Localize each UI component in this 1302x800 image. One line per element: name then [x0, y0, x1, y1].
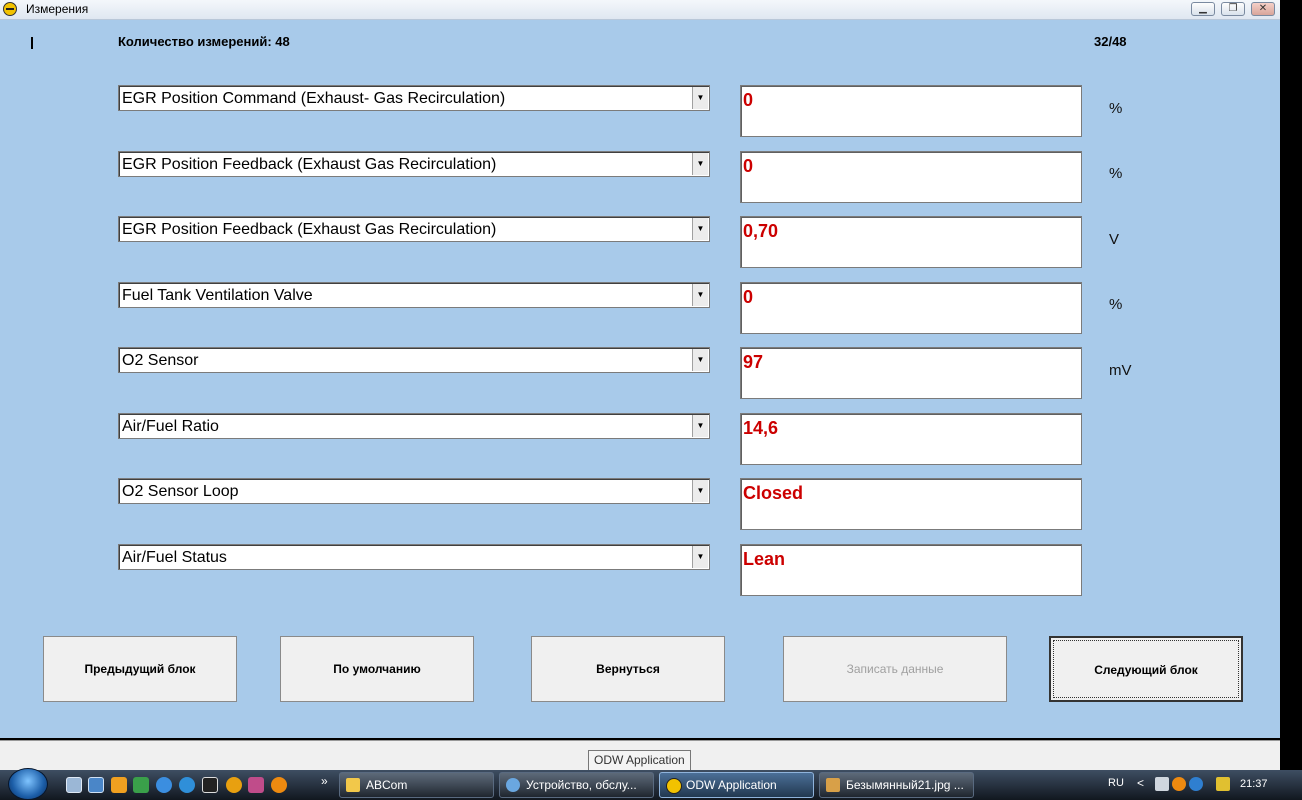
- measurement-name: Air/Fuel Status: [122, 549, 227, 566]
- measurement-value-box-6: 14,6: [740, 413, 1082, 465]
- dropdown-arrow-icon[interactable]: ▼: [692, 153, 708, 175]
- taskbar-item-abcom[interactable]: ABCom: [339, 772, 494, 798]
- measurement-value: 0: [743, 156, 754, 176]
- measurement-unit: mV: [1109, 362, 1132, 379]
- measurement-select-4[interactable]: Fuel Tank Ventilation Valve ▼: [118, 282, 710, 308]
- app-launcher-icon[interactable]: [133, 777, 149, 793]
- measurement-name: EGR Position Feedback (Exhaust Gas Recir…: [122, 156, 497, 173]
- warning-app-icon[interactable]: [226, 777, 242, 793]
- start-button[interactable]: [8, 768, 48, 800]
- dropdown-arrow-icon[interactable]: ▼: [692, 218, 708, 240]
- measurement-value: 14,6: [743, 418, 779, 438]
- tray-expand-icon[interactable]: <: [1137, 776, 1144, 790]
- network-tool-icon[interactable]: [179, 777, 195, 793]
- measurement-value-box-4: 0: [740, 282, 1082, 334]
- measurement-select-6[interactable]: Air/Fuel Ratio ▼: [118, 413, 710, 439]
- tray-device-icon[interactable]: [1155, 777, 1169, 791]
- media-player-icon[interactable]: [111, 777, 127, 793]
- tray-mail-icon[interactable]: [1172, 777, 1186, 791]
- measurement-name: EGR Position Feedback (Exhaust Gas Recir…: [122, 221, 497, 238]
- measurement-unit: %: [1109, 296, 1123, 313]
- taskbar-item-device[interactable]: Устройство, обслу...: [499, 772, 654, 798]
- image-viewer-icon: [826, 778, 840, 792]
- next-block-button[interactable]: Следующий блок: [1049, 636, 1243, 702]
- app-icon: [3, 2, 17, 16]
- measurement-select-5[interactable]: O2 Sensor ▼: [118, 347, 710, 373]
- task-label: Устройство, обслу...: [526, 778, 637, 792]
- task-label: ABCom: [366, 778, 408, 792]
- restore-button[interactable]: ❐: [1221, 2, 1245, 16]
- clock[interactable]: 21:37: [1240, 778, 1268, 790]
- previous-block-button[interactable]: Предыдущий блок: [43, 636, 237, 702]
- taskbar-item-image[interactable]: Безымянный21.jpg ...: [819, 772, 974, 798]
- window-title: Измерения: [26, 2, 89, 16]
- taskbar-item-odw[interactable]: ODW Application: [659, 772, 814, 798]
- measurement-select-7[interactable]: O2 Sensor Loop ▼: [118, 478, 710, 504]
- measurement-select-8[interactable]: Air/Fuel Status ▼: [118, 544, 710, 570]
- measurement-name: O2 Sensor Loop: [122, 483, 239, 500]
- close-button[interactable]: ✕: [1251, 2, 1275, 16]
- app-icon: [666, 778, 682, 794]
- measurement-select-1[interactable]: EGR Position Command (Exhaust- Gas Recir…: [118, 85, 710, 111]
- back-button[interactable]: Вернуться: [531, 636, 725, 702]
- dropdown-arrow-icon[interactable]: ▼: [692, 87, 708, 109]
- measurement-value-box-2: 0: [740, 151, 1082, 203]
- measurement-value-box-8: Lean: [740, 544, 1082, 596]
- measurement-unit: %: [1109, 100, 1123, 117]
- quicklaunch-more-icon[interactable]: »: [321, 774, 328, 788]
- dropdown-arrow-icon[interactable]: ▼: [692, 349, 708, 371]
- text-cursor-icon: [31, 37, 33, 49]
- switch-windows-icon[interactable]: [88, 777, 104, 793]
- utility-icon[interactable]: [248, 777, 264, 793]
- measurement-unit: %: [1109, 165, 1123, 182]
- measurement-name: Fuel Tank Ventilation Valve: [122, 287, 313, 304]
- dropdown-arrow-icon[interactable]: ▼: [692, 546, 708, 568]
- tray-network-icon[interactable]: [1189, 777, 1203, 791]
- title-bar: [0, 0, 1280, 20]
- archive-7z-icon[interactable]: [202, 777, 218, 793]
- folder-icon: [346, 778, 360, 792]
- measurement-unit: V: [1109, 231, 1120, 248]
- measurement-name: O2 Sensor: [122, 352, 199, 369]
- tooltip: ODW Application: [588, 750, 691, 771]
- measurement-select-2[interactable]: EGR Position Feedback (Exhaust Gas Recir…: [118, 151, 710, 177]
- measurement-value: 0: [743, 287, 754, 307]
- measurement-value-box-1: 0: [740, 85, 1082, 137]
- internet-explorer-icon[interactable]: [156, 777, 172, 793]
- minimize-button[interactable]: ▁: [1191, 2, 1215, 16]
- task-label: ODW Application: [686, 778, 777, 792]
- show-desktop-icon[interactable]: [66, 777, 82, 793]
- mail-agent-icon[interactable]: [271, 777, 287, 793]
- measurement-value-box-3: 0,70: [740, 216, 1082, 268]
- measurement-value: 0: [743, 90, 754, 110]
- measurement-value: Closed: [743, 483, 804, 503]
- record-data-button[interactable]: Записать данные: [783, 636, 1007, 702]
- measurement-name: Air/Fuel Ratio: [122, 418, 219, 435]
- measurement-value-box-7: Closed: [740, 478, 1082, 530]
- dropdown-arrow-icon[interactable]: ▼: [692, 284, 708, 306]
- dropdown-arrow-icon[interactable]: ▼: [692, 415, 708, 437]
- language-indicator[interactable]: RU: [1108, 777, 1124, 789]
- browser-icon: [506, 778, 520, 792]
- measurement-value: Lean: [743, 549, 786, 569]
- tray-volume-icon[interactable]: [1216, 777, 1230, 791]
- measurement-count-label: Количество измерений: 48: [118, 34, 290, 49]
- measurement-panel: [0, 20, 1280, 738]
- measurement-select-3[interactable]: EGR Position Feedback (Exhaust Gas Recir…: [118, 216, 710, 242]
- measurement-name: EGR Position Command (Exhaust- Gas Recir…: [122, 90, 506, 107]
- measurement-value-box-5: 97: [740, 347, 1082, 399]
- measurement-value: 97: [743, 352, 764, 372]
- task-label: Безымянный21.jpg ...: [846, 778, 964, 792]
- default-button[interactable]: По умолчанию: [280, 636, 474, 702]
- measurement-value: 0,70: [743, 221, 779, 241]
- page-counter: 32/48: [1094, 34, 1127, 49]
- dropdown-arrow-icon[interactable]: ▼: [692, 480, 708, 502]
